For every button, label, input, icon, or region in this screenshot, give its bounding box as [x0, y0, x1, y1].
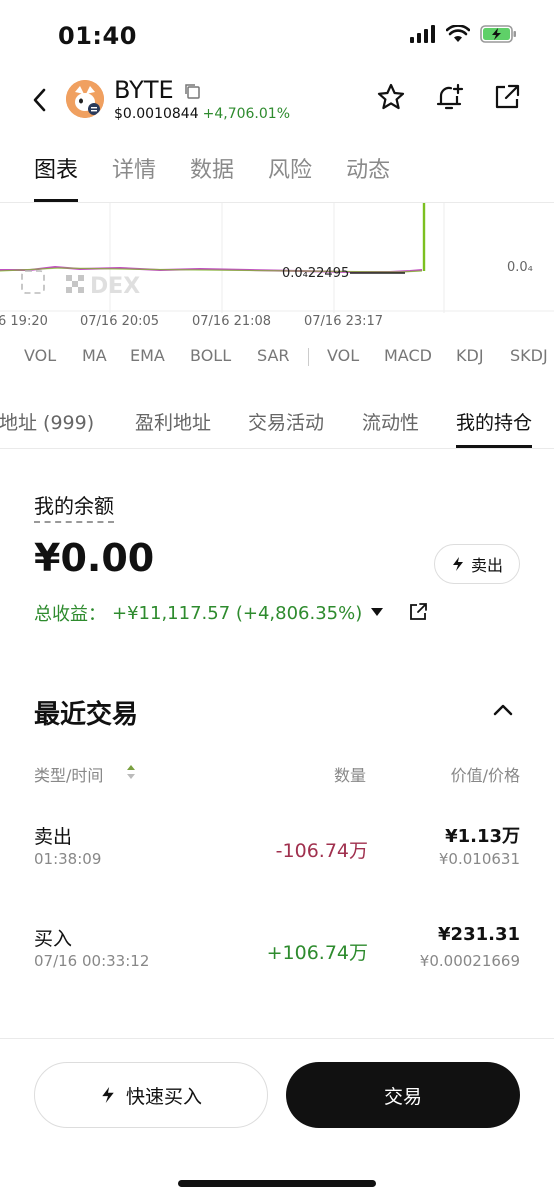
- status-icons: [410, 24, 518, 44]
- sub-tab-holder-addresses[interactable]: 币地址 (999): [0, 408, 94, 435]
- star-icon[interactable]: [376, 82, 406, 112]
- indicator-bar: VOL MA EMA BOLL SAR VOL MACD KDJ SKDJ: [0, 342, 554, 372]
- fullscreen-icon[interactable]: [21, 270, 45, 294]
- trade-price: ¥0.010631: [438, 850, 520, 868]
- trade-price: ¥0.00021669: [419, 952, 520, 970]
- trade-button[interactable]: 交易: [286, 1062, 520, 1128]
- status-bar: 01:40: [0, 0, 554, 70]
- trade-button-label: 交易: [383, 1085, 422, 1108]
- token-change: +4,706.01%: [202, 106, 291, 122]
- sub-tabs: 币地址 (999) 盈利地址 交易活动 流动性 我的持仓: [0, 400, 554, 450]
- add-alert-bell-icon[interactable]: [434, 82, 464, 112]
- sub-tab-my-holdings[interactable]: 我的持仓: [456, 408, 533, 448]
- trade-row[interactable]: 卖出 01:38:09 -106.74万 ¥1.13万 ¥0.010631: [34, 822, 520, 882]
- trade-type: 买入: [34, 928, 73, 950]
- indicator-macd[interactable]: MACD: [384, 346, 432, 365]
- token-avatar: [66, 80, 104, 118]
- trade-time: 07/16 00:33:12: [34, 952, 150, 970]
- indicator-skdj[interactable]: SKDJ: [510, 346, 548, 365]
- sub-tab-profit-addresses[interactable]: 盈利地址: [135, 408, 211, 435]
- tab-risk[interactable]: 风险: [268, 152, 312, 202]
- tab-data[interactable]: 数据: [190, 152, 234, 202]
- tab-chart[interactable]: 图表: [34, 152, 79, 202]
- trade-type: 卖出: [34, 826, 73, 848]
- chart-x-axis: 6 19:20 07/16 20:05 07/16 21:08 07/16 23…: [0, 312, 554, 332]
- lightning-icon: [452, 557, 463, 571]
- header-actions: [376, 82, 522, 112]
- copy-icon[interactable]: [183, 82, 201, 100]
- sell-button[interactable]: 卖出: [434, 544, 520, 584]
- sort-icon[interactable]: [126, 764, 136, 780]
- column-value-price: 价值/价格: [450, 766, 520, 785]
- balance-label[interactable]: 我的余额: [34, 490, 114, 523]
- external-link-icon[interactable]: [408, 602, 428, 622]
- caret-down-icon[interactable]: [370, 606, 384, 618]
- trades-column-header: 类型/时间 数量 价值/价格: [34, 762, 520, 785]
- x-axis-label: 6 19:20: [0, 314, 48, 329]
- battery-charging-icon: [480, 25, 516, 43]
- share-external-icon[interactable]: [492, 82, 522, 112]
- token-price-row: $0.0010844 +4,706.01%: [114, 106, 290, 122]
- balance-value: ¥0.00: [34, 536, 155, 580]
- chevron-up-icon[interactable]: [492, 702, 514, 718]
- x-axis-label: 07/16 21:08: [192, 314, 272, 329]
- chart-right-label: 0.0₄: [507, 260, 533, 275]
- token-name: BYTE: [114, 76, 174, 104]
- tab-details[interactable]: 详情: [112, 152, 156, 202]
- indicator-kdj[interactable]: KDJ: [456, 346, 484, 365]
- main-tabs: 图表 详情 数据 风险 动态: [34, 152, 390, 204]
- trade-value: ¥231.31: [438, 924, 520, 945]
- pnl-label: 总收益：: [34, 604, 106, 625]
- x-axis-label: 07/16 20:05: [80, 314, 160, 329]
- wifi-icon: [446, 25, 470, 42]
- dex-watermark-text: DEX: [90, 274, 140, 299]
- indicator-vol-sub[interactable]: VOL: [327, 346, 359, 365]
- quick-buy-label: 快速买入: [125, 1085, 202, 1108]
- home-indicator: [178, 1180, 376, 1187]
- pnl-value: +¥11,117.57 (+4,806.35%): [112, 602, 363, 624]
- indicator-boll[interactable]: BOLL: [190, 346, 231, 365]
- cellular-signal-icon: [410, 25, 435, 43]
- indicator-ma[interactable]: MA: [82, 346, 107, 365]
- trade-quantity: -106.74万: [275, 840, 368, 862]
- trade-time: 01:38:09: [34, 850, 102, 868]
- tab-activity[interactable]: 动态: [346, 152, 390, 202]
- indicator-sar[interactable]: SAR: [257, 346, 290, 365]
- sub-tab-liquidity[interactable]: 流动性: [362, 408, 419, 435]
- dex-watermark-icon: [66, 275, 84, 293]
- price-marker-label: 0.0₄22495: [282, 266, 349, 281]
- sell-button-label: 卖出: [470, 556, 503, 575]
- indicator-vol[interactable]: VOL: [24, 346, 56, 365]
- recent-trades-title: 最近交易: [34, 700, 139, 730]
- status-time: 01:40: [58, 22, 137, 50]
- column-type-time[interactable]: 类型/时间: [34, 762, 103, 786]
- lightning-icon: [102, 1087, 114, 1103]
- token-header: BYTE $0.0010844 +4,706.01%: [0, 72, 554, 128]
- indicator-divider: [308, 348, 309, 366]
- quick-buy-button[interactable]: 快速买入: [34, 1062, 268, 1128]
- column-quantity: 数量: [334, 766, 367, 785]
- sub-tab-trade-activity[interactable]: 交易活动: [248, 408, 324, 435]
- trade-row[interactable]: 买入 07/16 00:33:12 +106.74万 ¥231.31 ¥0.00…: [34, 924, 520, 984]
- x-axis-label: 07/16 23:17: [304, 314, 384, 329]
- bottom-divider: [0, 1038, 554, 1039]
- pnl-row: 总收益： +¥11,117.57 (+4,806.35%): [34, 600, 362, 626]
- sub-tabs-divider: [0, 448, 554, 449]
- token-price: $0.0010844: [114, 106, 199, 122]
- indicator-ema[interactable]: EMA: [130, 346, 165, 365]
- back-arrow-icon[interactable]: [28, 86, 52, 114]
- trade-quantity: +106.74万: [266, 942, 368, 964]
- trade-value: ¥1.13万: [445, 826, 520, 847]
